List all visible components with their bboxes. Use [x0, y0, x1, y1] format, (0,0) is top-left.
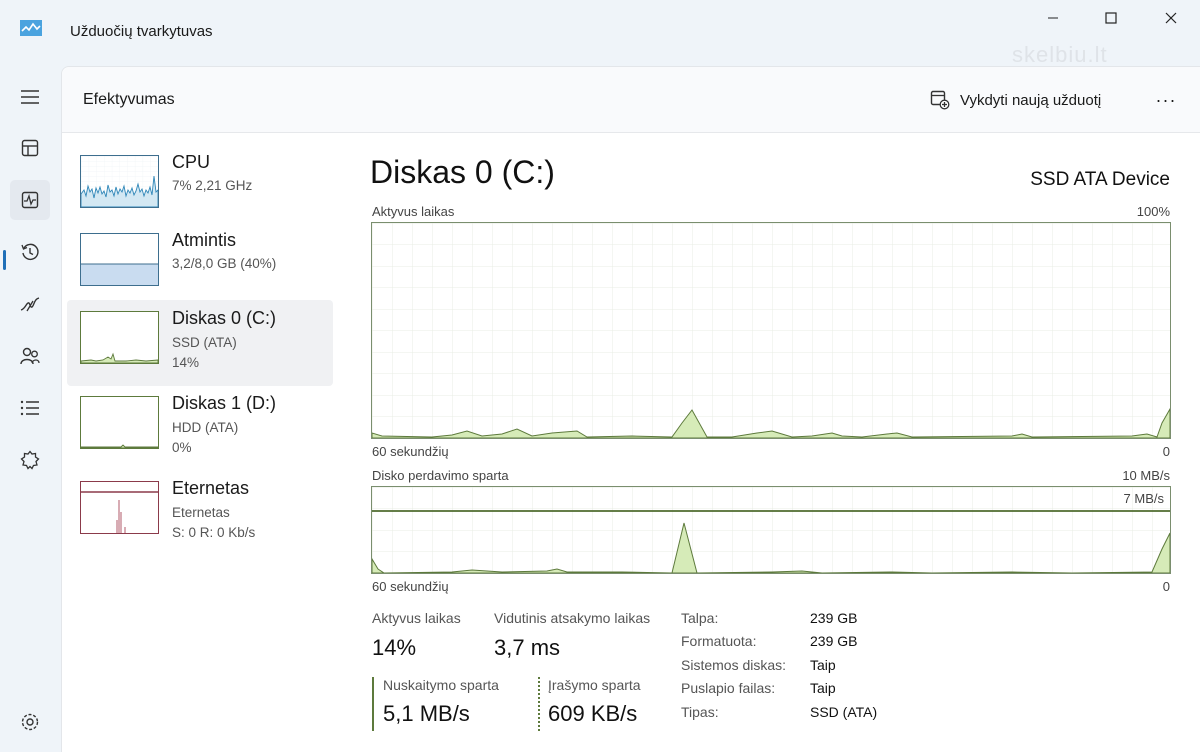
device-detail: Eternetas	[172, 505, 230, 520]
maximize-icon	[1105, 12, 1117, 24]
nav-details[interactable]	[10, 388, 50, 428]
response-time-label: Vidutinis atsakymo laikas	[494, 610, 651, 626]
active-time-graph-duration: 60 sekundžių	[372, 444, 449, 459]
capacity-label: Talpa:	[681, 610, 719, 626]
device-detail: 3,2/8,0 GB (40%)	[172, 256, 277, 271]
run-new-task-label: Vykdyti naują užduotį	[960, 91, 1102, 109]
active-time-graph-max: 100%	[1136, 204, 1170, 219]
nav-users[interactable]	[10, 336, 50, 376]
nav-app-history[interactable]	[10, 232, 50, 272]
menu-icon	[21, 90, 39, 104]
write-speed-indicator	[538, 677, 540, 731]
close-icon	[1165, 12, 1177, 24]
services-icon	[20, 450, 40, 470]
active-time-graph-label: Aktyvus laikas	[372, 204, 455, 219]
watermark: skelbiu.lt	[1012, 42, 1108, 67]
more-options-button[interactable]: ···	[1152, 87, 1180, 113]
device-usage: 0%	[172, 440, 192, 455]
page-file-value: Taip	[810, 680, 836, 696]
device-detail: SSD (ATA)	[172, 335, 237, 350]
device-model: SSD ATA Device	[1030, 169, 1170, 190]
run-task-icon	[930, 90, 950, 110]
more-icon: ···	[1155, 89, 1177, 110]
device-throughput: S: 0 R: 0 Kb/s	[172, 525, 256, 540]
device-detail: HDD (ATA)	[172, 420, 239, 435]
formatted-label: Formatuota:	[681, 633, 757, 649]
active-time-value: 14%	[372, 635, 417, 660]
app-icon	[20, 20, 42, 36]
read-speed-label: Nuskaitymo sparta	[383, 677, 499, 693]
details-icon	[20, 400, 39, 416]
active-time-graph-min: 0	[1162, 444, 1170, 459]
device-name: Eternetas	[172, 478, 250, 498]
device-usage: 14%	[172, 355, 200, 370]
disk0-thumbnail	[80, 311, 159, 364]
page-header: Efektyvumas Vykdyti naują užduotį ···	[62, 67, 1200, 133]
nav-settings[interactable]	[10, 702, 50, 742]
page-title: Efektyvumas	[83, 91, 175, 108]
read-speed-value: 5,1 MB/s	[383, 701, 470, 726]
minimize-icon	[1048, 17, 1058, 19]
nav-rail	[0, 62, 60, 752]
capacity-value: 239 GB	[810, 610, 858, 626]
nav-performance[interactable]	[10, 180, 50, 220]
main-pane: Efektyvumas Vykdyti naują užduotį ··· CP…	[61, 66, 1200, 752]
nav-processes[interactable]	[10, 128, 50, 168]
performance-icon	[21, 191, 39, 209]
transfer-rate-graph: 7 MB/s	[371, 486, 1171, 574]
response-time-value: 3,7 ms	[494, 635, 561, 660]
active-time-graph	[371, 222, 1171, 439]
type-label: Tipas:	[681, 704, 719, 720]
ethernet-thumbnail	[80, 481, 159, 534]
nav-services[interactable]	[10, 440, 50, 480]
cpu-thumbnail	[80, 155, 159, 208]
maximize-button[interactable]	[1088, 8, 1134, 28]
device-name: Diskas 0 (C:)	[172, 308, 277, 328]
processes-icon	[21, 139, 39, 157]
device-name: Diskas 1 (D:)	[172, 393, 277, 413]
transfer-rate-graph-max: 10 MB/s	[1122, 468, 1170, 483]
read-speed-indicator	[372, 677, 374, 731]
detail-title: Diskas 0 (C:)	[370, 154, 555, 190]
startup-icon	[20, 297, 40, 312]
nav-active-indicator	[3, 250, 6, 270]
device-ethernet[interactable]: Eternetas Eternetas S: 0 R: 0 Kb/s	[67, 470, 333, 556]
formatted-value: 239 GB	[810, 633, 858, 649]
close-button[interactable]	[1148, 8, 1194, 28]
type-value: SSD (ATA)	[810, 704, 878, 720]
write-speed-label: Įrašymo sparta	[548, 677, 641, 693]
run-new-task-button[interactable]: Vykdyti naują užduotį	[930, 87, 1101, 113]
write-speed-value: 609 KB/s	[548, 701, 638, 726]
device-cpu[interactable]: CPU 7% 2,21 GHz	[67, 144, 333, 230]
window-title: Užduočių tvarkytuvas	[70, 23, 213, 40]
nav-menu-button[interactable]	[10, 77, 50, 117]
disk1-thumbnail	[80, 396, 159, 449]
memory-thumbnail	[80, 233, 159, 286]
settings-icon	[21, 713, 39, 731]
active-time-label: Aktyvus laikas	[372, 610, 461, 626]
device-memory[interactable]: Atmintis 3,2/8,0 GB (40%)	[67, 222, 333, 308]
device-name: CPU	[172, 152, 211, 172]
title-bar: Užduočių tvarkytuvas skelbiu.lt	[0, 0, 1200, 67]
transfer-rate-graph-min: 0	[1162, 579, 1170, 594]
app-history-icon	[21, 243, 39, 261]
device-name: Atmintis	[172, 230, 237, 250]
system-disk-value: Taip	[810, 657, 836, 673]
system-disk-label: Sistemos diskas:	[681, 657, 787, 673]
transfer-rate-reference-label: 7 MB/s	[1123, 491, 1164, 506]
transfer-rate-graph-duration: 60 sekundžių	[372, 579, 449, 594]
transfer-rate-graph-label: Disko perdavimo sparta	[372, 468, 509, 483]
device-disk-1[interactable]: Diskas 1 (D:) HDD (ATA) 0%	[67, 385, 333, 471]
device-detail: 7% 2,21 GHz	[172, 178, 253, 193]
page-file-label: Puslapio failas:	[681, 680, 776, 696]
nav-startup[interactable]	[10, 284, 50, 324]
minimize-button[interactable]	[1030, 8, 1076, 28]
device-disk-0[interactable]: Diskas 0 (C:) SSD (ATA) 14%	[67, 300, 333, 386]
users-icon	[20, 347, 40, 365]
